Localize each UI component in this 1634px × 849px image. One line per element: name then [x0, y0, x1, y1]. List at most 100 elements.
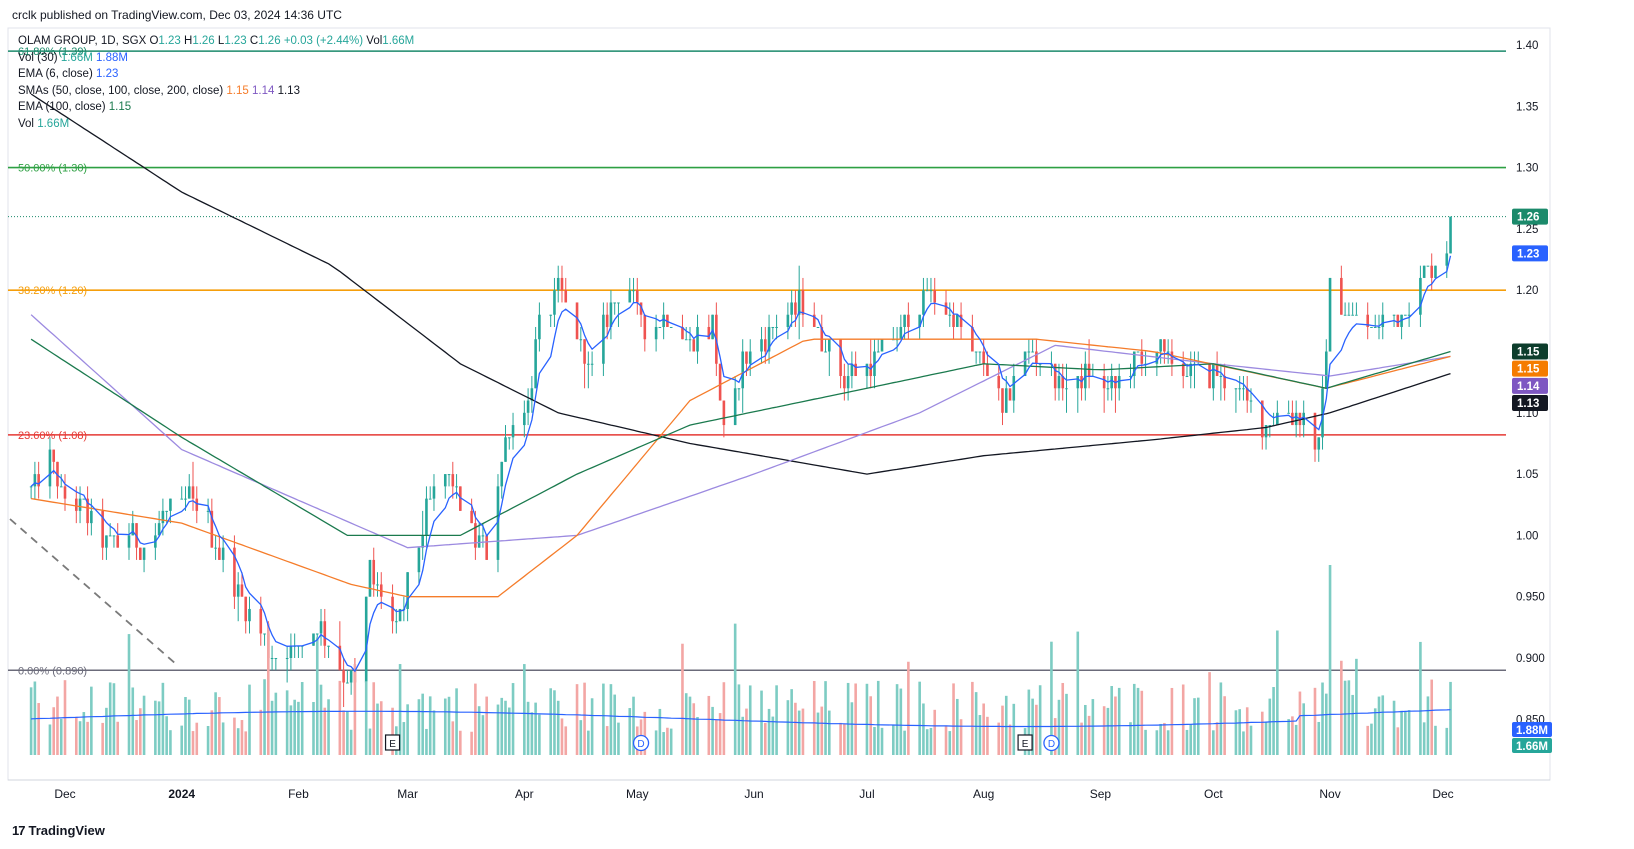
- candle-body: [986, 363, 989, 377]
- candle-body: [368, 559, 372, 597]
- volume-bar: [1001, 705, 1004, 755]
- candle-body: [922, 290, 925, 315]
- volume-bar: [564, 726, 568, 755]
- candle-body: [790, 302, 793, 315]
- candle-body: [617, 302, 620, 304]
- candle-body: [184, 498, 187, 500]
- volume-bar: [1434, 725, 1437, 755]
- legend-vol[interactable]: Vol 1.66M: [18, 116, 414, 133]
- volume-bar: [613, 694, 616, 755]
- legend-ema6[interactable]: EMA (6, close) 1.23: [18, 66, 414, 83]
- volume-bar: [1129, 722, 1132, 755]
- candle-body: [763, 339, 767, 352]
- volume-bar: [165, 716, 168, 755]
- candle-body: [372, 559, 376, 585]
- candle-body: [669, 326, 673, 328]
- volume-bar: [1343, 680, 1347, 755]
- candle-body: [127, 535, 131, 548]
- legend-symbol-line[interactable]: OLAM GROUP, 1D, SGX O1.23 H1.26 L1.23 C1…: [18, 33, 414, 50]
- volume-bar: [978, 715, 982, 755]
- volume-bar: [1136, 687, 1140, 755]
- volume-bar: [1245, 707, 1249, 755]
- candle-body: [929, 290, 933, 292]
- candle-body: [523, 412, 526, 426]
- volume-bar: [824, 681, 827, 755]
- volume-bar: [297, 701, 300, 755]
- candle-body: [643, 314, 647, 340]
- candle-body: [48, 449, 52, 487]
- candle-body: [1076, 376, 1080, 389]
- volume-bar: [666, 727, 669, 755]
- volume-bar: [1404, 711, 1407, 755]
- fib-label: 38.20% (1.20): [18, 285, 87, 297]
- legend-vol30[interactable]: Vol (30) 1.66M 1.88M: [18, 50, 414, 67]
- fib-label: 23.60% (1.08): [18, 430, 87, 442]
- volume-bar: [1400, 710, 1403, 755]
- volume-bar: [300, 682, 304, 755]
- volume-bar: [575, 684, 579, 755]
- candle-body: [90, 510, 93, 524]
- volume-bar: [892, 724, 895, 755]
- x-tick-label: Dec: [1432, 787, 1453, 801]
- tradingview-logo[interactable]: 17 TradingView: [12, 823, 105, 838]
- candle-body: [903, 314, 906, 327]
- candle-body: [1001, 388, 1004, 413]
- price-tag-label: 1.14: [1517, 381, 1540, 393]
- candle-body: [82, 498, 86, 500]
- candle-body: [662, 314, 665, 327]
- volume-bar: [1212, 730, 1215, 755]
- volume-bar: [534, 702, 537, 755]
- candle-body: [733, 388, 737, 426]
- legend-volume: 1.66M: [382, 35, 415, 47]
- volume-bar: [1324, 693, 1328, 755]
- legend-smas[interactable]: SMAs (50, close, 100, close, 200, close)…: [18, 83, 414, 100]
- candle-body: [556, 277, 560, 291]
- tradingview-logo-icon: 17: [12, 823, 26, 838]
- candle-body: [1287, 412, 1290, 414]
- candle-body: [745, 351, 748, 364]
- volume-bar: [432, 710, 436, 755]
- candle-body: [933, 290, 937, 303]
- volume-bar: [1238, 709, 1241, 755]
- volume-bar: [101, 722, 104, 755]
- candle-body: [1434, 265, 1437, 278]
- candle-body: [1426, 265, 1430, 267]
- candle-body: [342, 670, 345, 683]
- legend-ema100[interactable]: EMA (100, close) 1.15: [18, 99, 414, 116]
- x-tick-label: Jun: [744, 787, 763, 801]
- volume-bar: [1038, 685, 1042, 755]
- volume-bar: [801, 708, 805, 755]
- volume-bar: [722, 682, 726, 755]
- candle-body: [839, 339, 842, 377]
- candle-body: [1004, 388, 1008, 413]
- candle-body: [323, 621, 327, 646]
- volume-bar: [161, 682, 165, 755]
- volume-bar: [48, 724, 52, 755]
- legend-high: 1.26: [192, 35, 215, 47]
- volume-bar: [108, 682, 112, 755]
- candle-body: [1170, 351, 1174, 364]
- volume-bar: [556, 700, 560, 755]
- volume-bar: [289, 705, 293, 755]
- volume-bar: [948, 731, 952, 755]
- candle-body: [1166, 351, 1170, 353]
- volume-bar: [1340, 660, 1343, 755]
- candle-body: [1317, 437, 1321, 450]
- candle-body: [451, 474, 455, 487]
- volume-bar: [1106, 707, 1110, 755]
- volume-bar: [974, 692, 978, 755]
- candle-body: [131, 523, 135, 536]
- candle-body: [432, 486, 436, 499]
- candle-body: [628, 290, 632, 303]
- volume-bar: [1163, 722, 1166, 755]
- candle-body: [29, 486, 33, 488]
- volume-bar: [745, 708, 748, 755]
- volume-bar: [1219, 682, 1223, 755]
- volume-bar: [748, 685, 752, 755]
- volume-bar: [1291, 716, 1294, 755]
- volume-bar: [587, 730, 590, 755]
- candle-body: [1027, 351, 1031, 353]
- candle-body: [447, 474, 451, 476]
- volume-bar: [90, 686, 93, 755]
- volume-bar: [56, 696, 59, 755]
